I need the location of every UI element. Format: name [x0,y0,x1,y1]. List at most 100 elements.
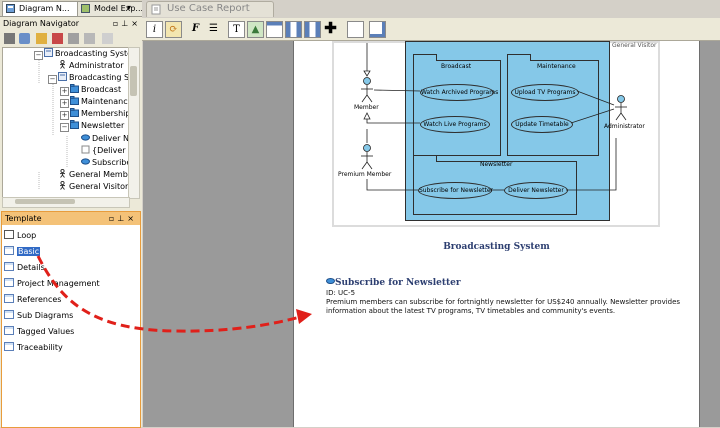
note-icon [81,145,90,154]
tree-item[interactable]: General Member [58,169,129,181]
diagram-icon [44,48,53,57]
tree-item[interactable]: Broadcasting System [44,48,129,60]
model-explorer-icon [81,4,90,13]
template-item-basic[interactable]: Basic [4,245,41,258]
page-setup-button[interactable] [369,21,386,38]
tab-diagram-navigator[interactable]: Diagram N... [2,1,80,16]
tree-expand-toggle[interactable]: + [60,87,69,96]
table-button[interactable] [266,21,283,38]
folder-icon[interactable] [36,33,47,44]
tree-item[interactable]: Subscribe [81,157,130,169]
package-icon [70,120,79,129]
close-icon[interactable]: × [131,19,141,28]
actor-label: Premium Member [338,171,392,178]
tree-item[interactable]: Broadcast [70,84,121,96]
template-item-label: Details [17,263,45,272]
collapse-icon[interactable] [4,33,15,44]
tree-item-label: Subscribe [92,158,130,167]
tree-item[interactable]: Administrator [58,60,124,72]
template-item-traceability[interactable]: Traceability [4,341,63,354]
tree-expand-toggle[interactable]: + [60,99,69,108]
tab-use-case-report[interactable]: Use Case Report [146,1,274,17]
footer-button[interactable] [304,21,321,38]
template-grid-icon [4,342,14,351]
template-grid-icon [4,310,14,319]
add-button[interactable]: ✚ [323,21,338,36]
sort-icon[interactable] [52,33,63,44]
tree-item-label: {Deliver Ne [92,146,129,155]
tree-expand-toggle[interactable]: + [60,111,69,120]
package-icon [70,84,79,93]
tree-item[interactable]: Maintenance [70,96,129,108]
tree-item[interactable]: General Visitor [58,181,128,193]
report-icon [151,4,161,15]
section-title: Subscribe for Newsletter [326,278,461,288]
text-label: T [233,24,240,35]
refresh-button[interactable]: ⟳ [165,21,182,38]
paragraph-icon: ☰ [209,23,218,34]
left-tab-bar: Diagram N... Model Exp... ▾ [0,0,143,17]
actor-icon [60,169,65,178]
template-item-loop[interactable]: Loop [4,229,36,242]
description-line: Premium members can subscribe for fortni… [326,298,681,306]
tab-label: Use Case Report [167,3,250,14]
template-item-details[interactable]: Details [4,261,45,274]
tree-item[interactable]: Membership [70,108,129,120]
section-title-text: Subscribe for Newsletter [335,278,461,288]
template-item-label: Loop [17,231,37,240]
tree-collapse-toggle[interactable]: − [60,123,69,132]
use-case-icon [81,158,90,165]
italic-button[interactable]: i [146,21,163,38]
navigator-toolbar [2,31,138,46]
template-header: Template ▫⊥× [2,212,140,225]
text-button[interactable]: T [228,21,245,38]
diagram-connectors [361,43,627,191]
diagram-navigator-icon [6,4,15,13]
template-item-label: References [17,295,62,304]
template-grid-icon [4,262,14,271]
tree-item-label: Newsletter [81,121,125,130]
tree-item-label: Broadcasting Syst [69,73,130,82]
template-item-tagged-values[interactable]: Tagged Values [4,325,74,338]
paragraph-button[interactable]: ☰ [206,21,221,36]
pin-icon[interactable]: ⊥ [121,19,131,28]
scroll-thumb[interactable] [130,66,137,96]
tree-item[interactable]: Newsletter [70,120,124,132]
close-icon[interactable]: × [127,214,137,223]
template-item-references[interactable]: References [4,293,61,306]
tab-menu-icon[interactable]: ▾ [127,3,131,12]
left-panel-column: Diagram N... Model Exp... ▾ Diagram Navi… [0,0,143,428]
template-grid-icon [4,246,14,255]
pin-icon[interactable]: ⊥ [117,214,127,223]
report-toolbar: i ⟳ F ☰ T ▲ ✚ [142,18,720,41]
font-button[interactable]: F [188,21,203,36]
tree-item-label: Deliver Ne [92,134,130,143]
tree-horizontal-scrollbar[interactable] [2,197,130,208]
tree-item[interactable]: Broadcasting Syst [58,72,130,84]
diagram-icon [58,72,67,81]
filter-icon[interactable] [68,33,79,44]
image-button[interactable]: ▲ [247,21,264,38]
tab-model-explorer[interactable]: Model Exp... [77,1,143,16]
report-canvas: General Visitor Broadcast Maintenance Ne… [143,41,720,427]
tree-vertical-scrollbar[interactable] [128,47,140,199]
tree-collapse-toggle[interactable]: − [48,75,57,84]
report-page: General Visitor Broadcast Maintenance Ne… [293,41,700,427]
tree-item[interactable]: Deliver Ne [81,133,130,145]
home-icon[interactable] [84,33,95,44]
tree-collapse-toggle[interactable]: − [34,51,43,60]
diagram-caption: Broadcasting System [443,242,550,252]
template-grid-icon [4,294,14,303]
use-case-id: ID: UC-5 [326,289,356,297]
page-break-button[interactable] [347,21,364,38]
navigator-header: Diagram Navigator ▫⊥× [0,17,143,30]
template-item-sub-diagrams[interactable]: Sub Diagrams [4,309,73,322]
scroll-thumb[interactable] [15,199,75,204]
more-icon[interactable] [102,33,113,44]
template-item-project-management[interactable]: Project Management [4,277,100,290]
tree-item-label: General Visitor [69,182,129,191]
header-button[interactable] [285,21,302,38]
settings-icon[interactable] [19,33,30,44]
tree-item-label: Broadcast [81,85,122,94]
tree-item[interactable]: {Deliver Ne [81,145,129,157]
